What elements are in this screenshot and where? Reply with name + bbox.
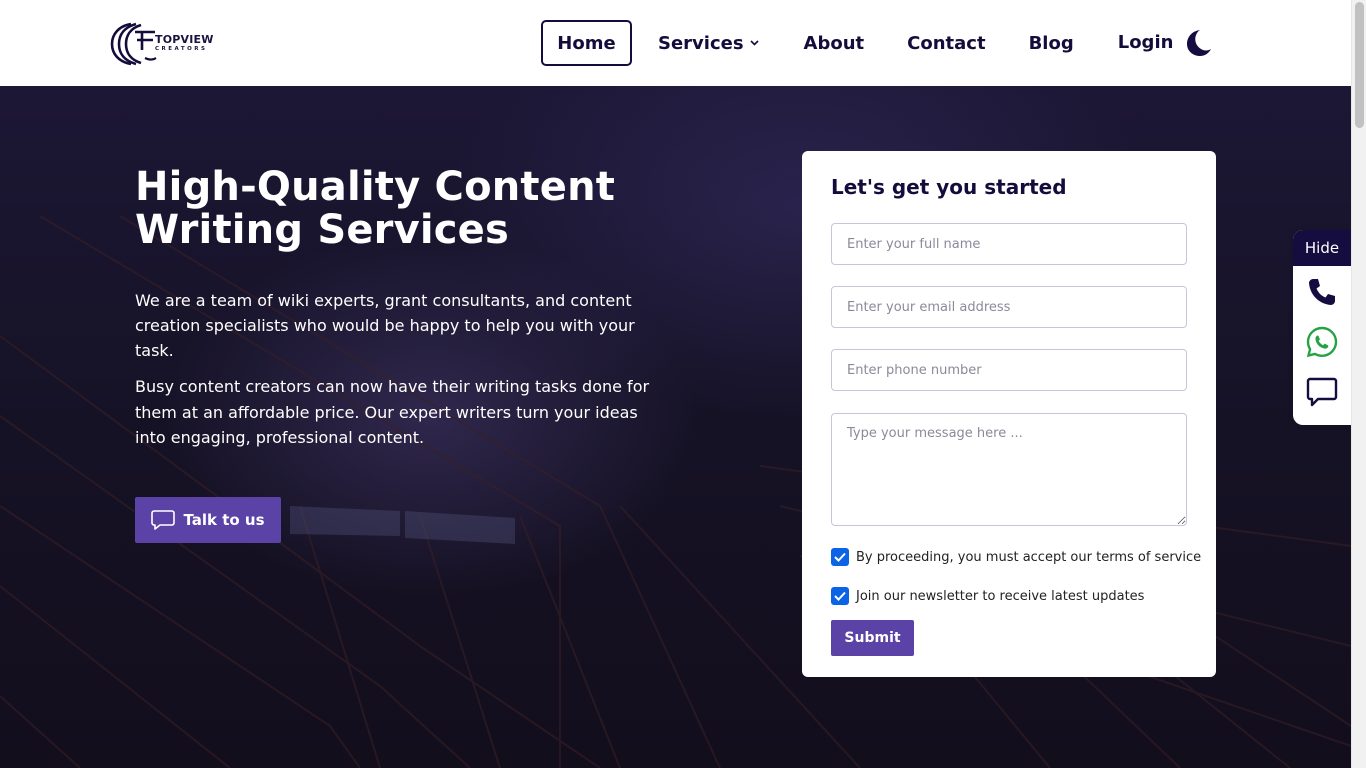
logo[interactable]: TOPVIEW CREATORS — [109, 20, 219, 66]
email-input[interactable] — [831, 286, 1187, 328]
nav-blog[interactable]: Blog — [1029, 20, 1074, 66]
logo-name-line2: CREATORS — [155, 45, 208, 52]
hero-title: High-Quality Content Writing Services — [135, 164, 616, 253]
hide-widget-button[interactable]: Hide — [1293, 230, 1351, 266]
nav-contact[interactable]: Contact — [907, 20, 985, 66]
checkmark-icon — [834, 591, 846, 601]
talk-to-us-button[interactable]: Talk to us — [135, 497, 281, 543]
main-nav: Home Services About Contact Blog Login — [541, 20, 1173, 66]
full-name-input[interactable] — [831, 223, 1187, 265]
nav-login[interactable]: Login — [1118, 19, 1174, 65]
phone-icon[interactable] — [1306, 276, 1338, 308]
terms-checkbox[interactable] — [831, 548, 849, 566]
form-title: Let's get you started — [831, 175, 1067, 199]
logo-name-line1: TOPVIEW — [155, 32, 214, 46]
page-scrollbar[interactable] — [1351, 0, 1366, 768]
chevron-down-icon — [749, 40, 759, 46]
terms-checkbox-row: By proceeding, you must accept our terms… — [831, 548, 1201, 566]
message-textarea[interactable] — [831, 413, 1187, 526]
site-header: TOPVIEW CREATORS Home Services About Con… — [0, 0, 1351, 86]
scrollbar-thumb[interactable] — [1355, 2, 1364, 128]
moon-icon[interactable] — [1182, 28, 1212, 58]
newsletter-checkbox-row: Join our newsletter to receive latest up… — [831, 587, 1144, 605]
talk-to-us-label: Talk to us — [183, 511, 265, 529]
checkmark-icon — [834, 552, 846, 562]
contact-form-card: Let's get you started By proceeding, you… — [802, 151, 1216, 677]
side-contact-widget: Hide — [1293, 230, 1351, 425]
message-icon[interactable] — [1306, 376, 1338, 408]
nav-services[interactable]: Services — [658, 20, 759, 66]
phone-input[interactable] — [831, 349, 1187, 391]
nav-home[interactable]: Home — [541, 20, 632, 66]
whatsapp-icon[interactable] — [1306, 326, 1338, 358]
newsletter-label: Join our newsletter to receive latest up… — [856, 588, 1145, 604]
logo-mark-icon — [110, 22, 157, 66]
hero-section: High-Quality Content Writing Services We… — [0, 86, 1351, 768]
hero-paragraph-1: We are a team of wiki experts, grant con… — [135, 291, 635, 360]
chat-bubble-icon — [151, 510, 176, 530]
logo-text: TOPVIEW CREATORS — [155, 34, 214, 53]
newsletter-checkbox[interactable] — [831, 587, 849, 605]
terms-label: By proceeding, you must accept our terms… — [856, 549, 1202, 565]
nav-about[interactable]: About — [804, 20, 865, 66]
hero-paragraph-2: Busy content creators can now have their… — [135, 377, 650, 447]
submit-button[interactable]: Submit — [831, 620, 914, 656]
nav-services-label: Services — [658, 32, 744, 54]
